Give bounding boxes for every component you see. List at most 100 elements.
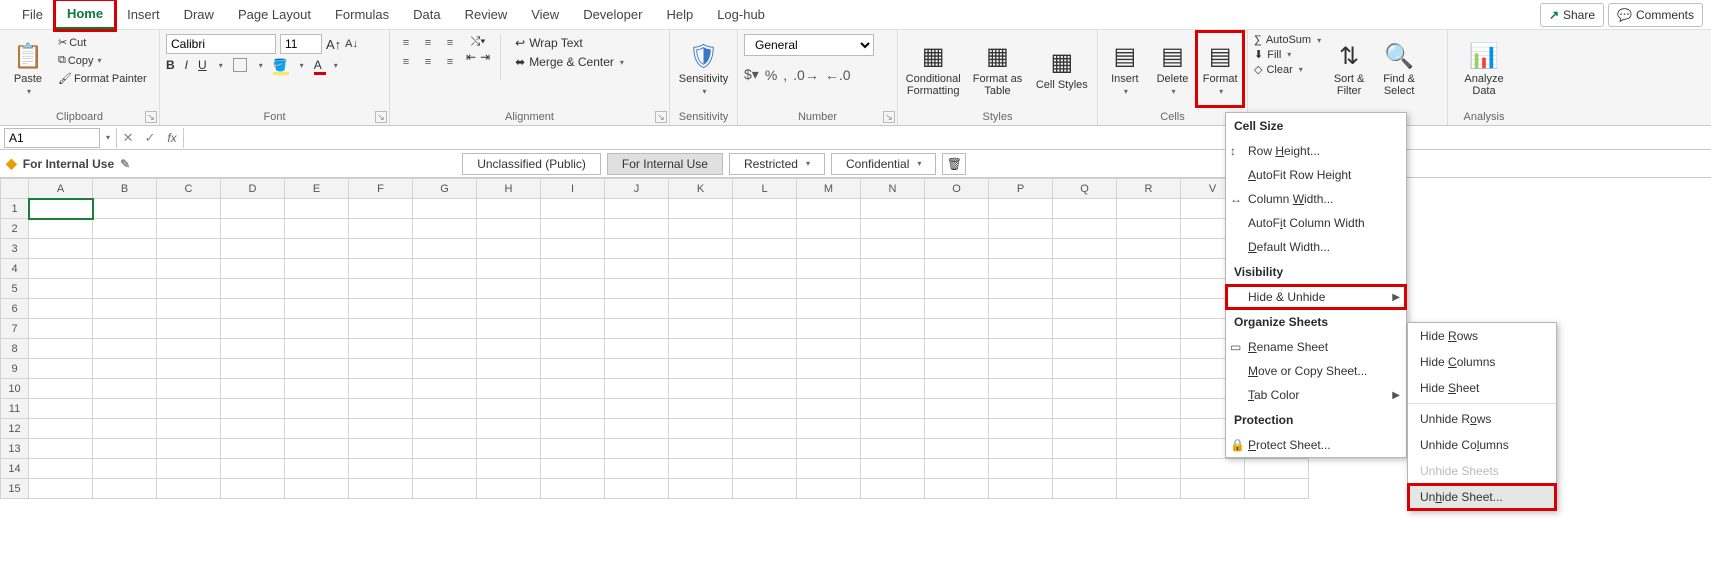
dd-default-width[interactable]: Default Width... bbox=[1226, 235, 1406, 259]
cell-E2[interactable] bbox=[285, 219, 349, 239]
cell-O15[interactable] bbox=[925, 479, 989, 499]
cell-B15[interactable] bbox=[93, 479, 157, 499]
cell-R1[interactable] bbox=[1117, 199, 1181, 219]
cell-A10[interactable] bbox=[29, 379, 93, 399]
decrease-font-icon[interactable]: A↓ bbox=[345, 38, 358, 50]
analyze-data-button[interactable]: 📊Analyze Data bbox=[1462, 34, 1506, 104]
cell-I1[interactable] bbox=[541, 199, 605, 219]
underline-button[interactable]: U bbox=[198, 58, 207, 72]
row-header-6[interactable]: 6 bbox=[1, 299, 29, 319]
cell-O6[interactable] bbox=[925, 299, 989, 319]
clear-button[interactable]: ◇Clear▾ bbox=[1254, 63, 1321, 76]
cell-O12[interactable] bbox=[925, 419, 989, 439]
cell-M1[interactable] bbox=[797, 199, 861, 219]
cell-O5[interactable] bbox=[925, 279, 989, 299]
cell-C10[interactable] bbox=[157, 379, 221, 399]
fill-button[interactable]: ⬇Fill▾ bbox=[1254, 48, 1321, 61]
cell-P3[interactable] bbox=[989, 239, 1053, 259]
sm-unhide-sheet[interactable]: Unhide Sheet... bbox=[1408, 484, 1556, 510]
cell-L9[interactable] bbox=[733, 359, 797, 379]
cell-C3[interactable] bbox=[157, 239, 221, 259]
cell-H10[interactable] bbox=[477, 379, 541, 399]
percent-icon[interactable]: % bbox=[765, 66, 777, 83]
cell-J11[interactable] bbox=[605, 399, 669, 419]
cell-E1[interactable] bbox=[285, 199, 349, 219]
cell-W14[interactable] bbox=[1245, 459, 1309, 479]
tab-help[interactable]: Help bbox=[654, 1, 705, 28]
cell-L10[interactable] bbox=[733, 379, 797, 399]
align-left-icon[interactable]: ≡ bbox=[396, 53, 416, 71]
cell-M14[interactable] bbox=[797, 459, 861, 479]
cell-E9[interactable] bbox=[285, 359, 349, 379]
cell-I9[interactable] bbox=[541, 359, 605, 379]
cell-Q15[interactable] bbox=[1053, 479, 1117, 499]
col-header-Q[interactable]: Q bbox=[1053, 179, 1117, 199]
cell-H1[interactable] bbox=[477, 199, 541, 219]
cell-I11[interactable] bbox=[541, 399, 605, 419]
cell-J15[interactable] bbox=[605, 479, 669, 499]
cell-D14[interactable] bbox=[221, 459, 285, 479]
row-header-13[interactable]: 13 bbox=[1, 439, 29, 459]
comma-icon[interactable]: , bbox=[783, 66, 787, 83]
col-header-G[interactable]: G bbox=[413, 179, 477, 199]
sm-hide-rows[interactable]: Hide Rows bbox=[1408, 323, 1556, 349]
cell-H6[interactable] bbox=[477, 299, 541, 319]
cell-I8[interactable] bbox=[541, 339, 605, 359]
cell-O11[interactable] bbox=[925, 399, 989, 419]
formula-input[interactable] bbox=[184, 128, 1711, 148]
cell-H4[interactable] bbox=[477, 259, 541, 279]
cell-F8[interactable] bbox=[349, 339, 413, 359]
dialog-launcher-align[interactable]: ↘ bbox=[655, 111, 667, 123]
cell-K14[interactable] bbox=[669, 459, 733, 479]
cell-C1[interactable] bbox=[157, 199, 221, 219]
cell-E13[interactable] bbox=[285, 439, 349, 459]
cell-L2[interactable] bbox=[733, 219, 797, 239]
cell-K9[interactable] bbox=[669, 359, 733, 379]
cell-I5[interactable] bbox=[541, 279, 605, 299]
cell-Q13[interactable] bbox=[1053, 439, 1117, 459]
cell-M15[interactable] bbox=[797, 479, 861, 499]
cell-P1[interactable] bbox=[989, 199, 1053, 219]
cell-E4[interactable] bbox=[285, 259, 349, 279]
select-all-corner[interactable] bbox=[1, 179, 29, 199]
namebox-chevron-icon[interactable]: ▾ bbox=[106, 133, 110, 142]
tab-developer[interactable]: Developer bbox=[571, 1, 654, 28]
bold-button[interactable]: B bbox=[166, 58, 175, 72]
borders-button[interactable] bbox=[233, 58, 247, 72]
cell-Q12[interactable] bbox=[1053, 419, 1117, 439]
cell-H7[interactable] bbox=[477, 319, 541, 339]
cell-J10[interactable] bbox=[605, 379, 669, 399]
col-header-K[interactable]: K bbox=[669, 179, 733, 199]
cell-A9[interactable] bbox=[29, 359, 93, 379]
cell-E10[interactable] bbox=[285, 379, 349, 399]
paste-button[interactable]: 📋 Paste ▾ bbox=[6, 34, 50, 104]
cell-I4[interactable] bbox=[541, 259, 605, 279]
cell-M3[interactable] bbox=[797, 239, 861, 259]
cell-K6[interactable] bbox=[669, 299, 733, 319]
cell-N11[interactable] bbox=[861, 399, 925, 419]
cell-F15[interactable] bbox=[349, 479, 413, 499]
copy-button[interactable]: ⧉Copy▾ bbox=[56, 52, 149, 69]
align-middle-icon[interactable]: ≡ bbox=[418, 34, 438, 52]
cell-A7[interactable] bbox=[29, 319, 93, 339]
cell-C5[interactable] bbox=[157, 279, 221, 299]
cell-H12[interactable] bbox=[477, 419, 541, 439]
cell-K10[interactable] bbox=[669, 379, 733, 399]
dialog-launcher-number[interactable]: ↘ bbox=[883, 111, 895, 123]
cell-K13[interactable] bbox=[669, 439, 733, 459]
cell-N8[interactable] bbox=[861, 339, 925, 359]
sort-filter-button[interactable]: ⇅Sort & Filter bbox=[1327, 34, 1371, 104]
cell-R14[interactable] bbox=[1117, 459, 1181, 479]
cell-F9[interactable] bbox=[349, 359, 413, 379]
cell-C14[interactable] bbox=[157, 459, 221, 479]
row-header-9[interactable]: 9 bbox=[1, 359, 29, 379]
cell-C15[interactable] bbox=[157, 479, 221, 499]
col-header-P[interactable]: P bbox=[989, 179, 1053, 199]
cell-P10[interactable] bbox=[989, 379, 1053, 399]
cell-P9[interactable] bbox=[989, 359, 1053, 379]
col-header-R[interactable]: R bbox=[1117, 179, 1181, 199]
dd-col-width[interactable]: ↔Column Width... bbox=[1226, 187, 1406, 211]
cell-R7[interactable] bbox=[1117, 319, 1181, 339]
row-header-15[interactable]: 15 bbox=[1, 479, 29, 499]
cell-D3[interactable] bbox=[221, 239, 285, 259]
